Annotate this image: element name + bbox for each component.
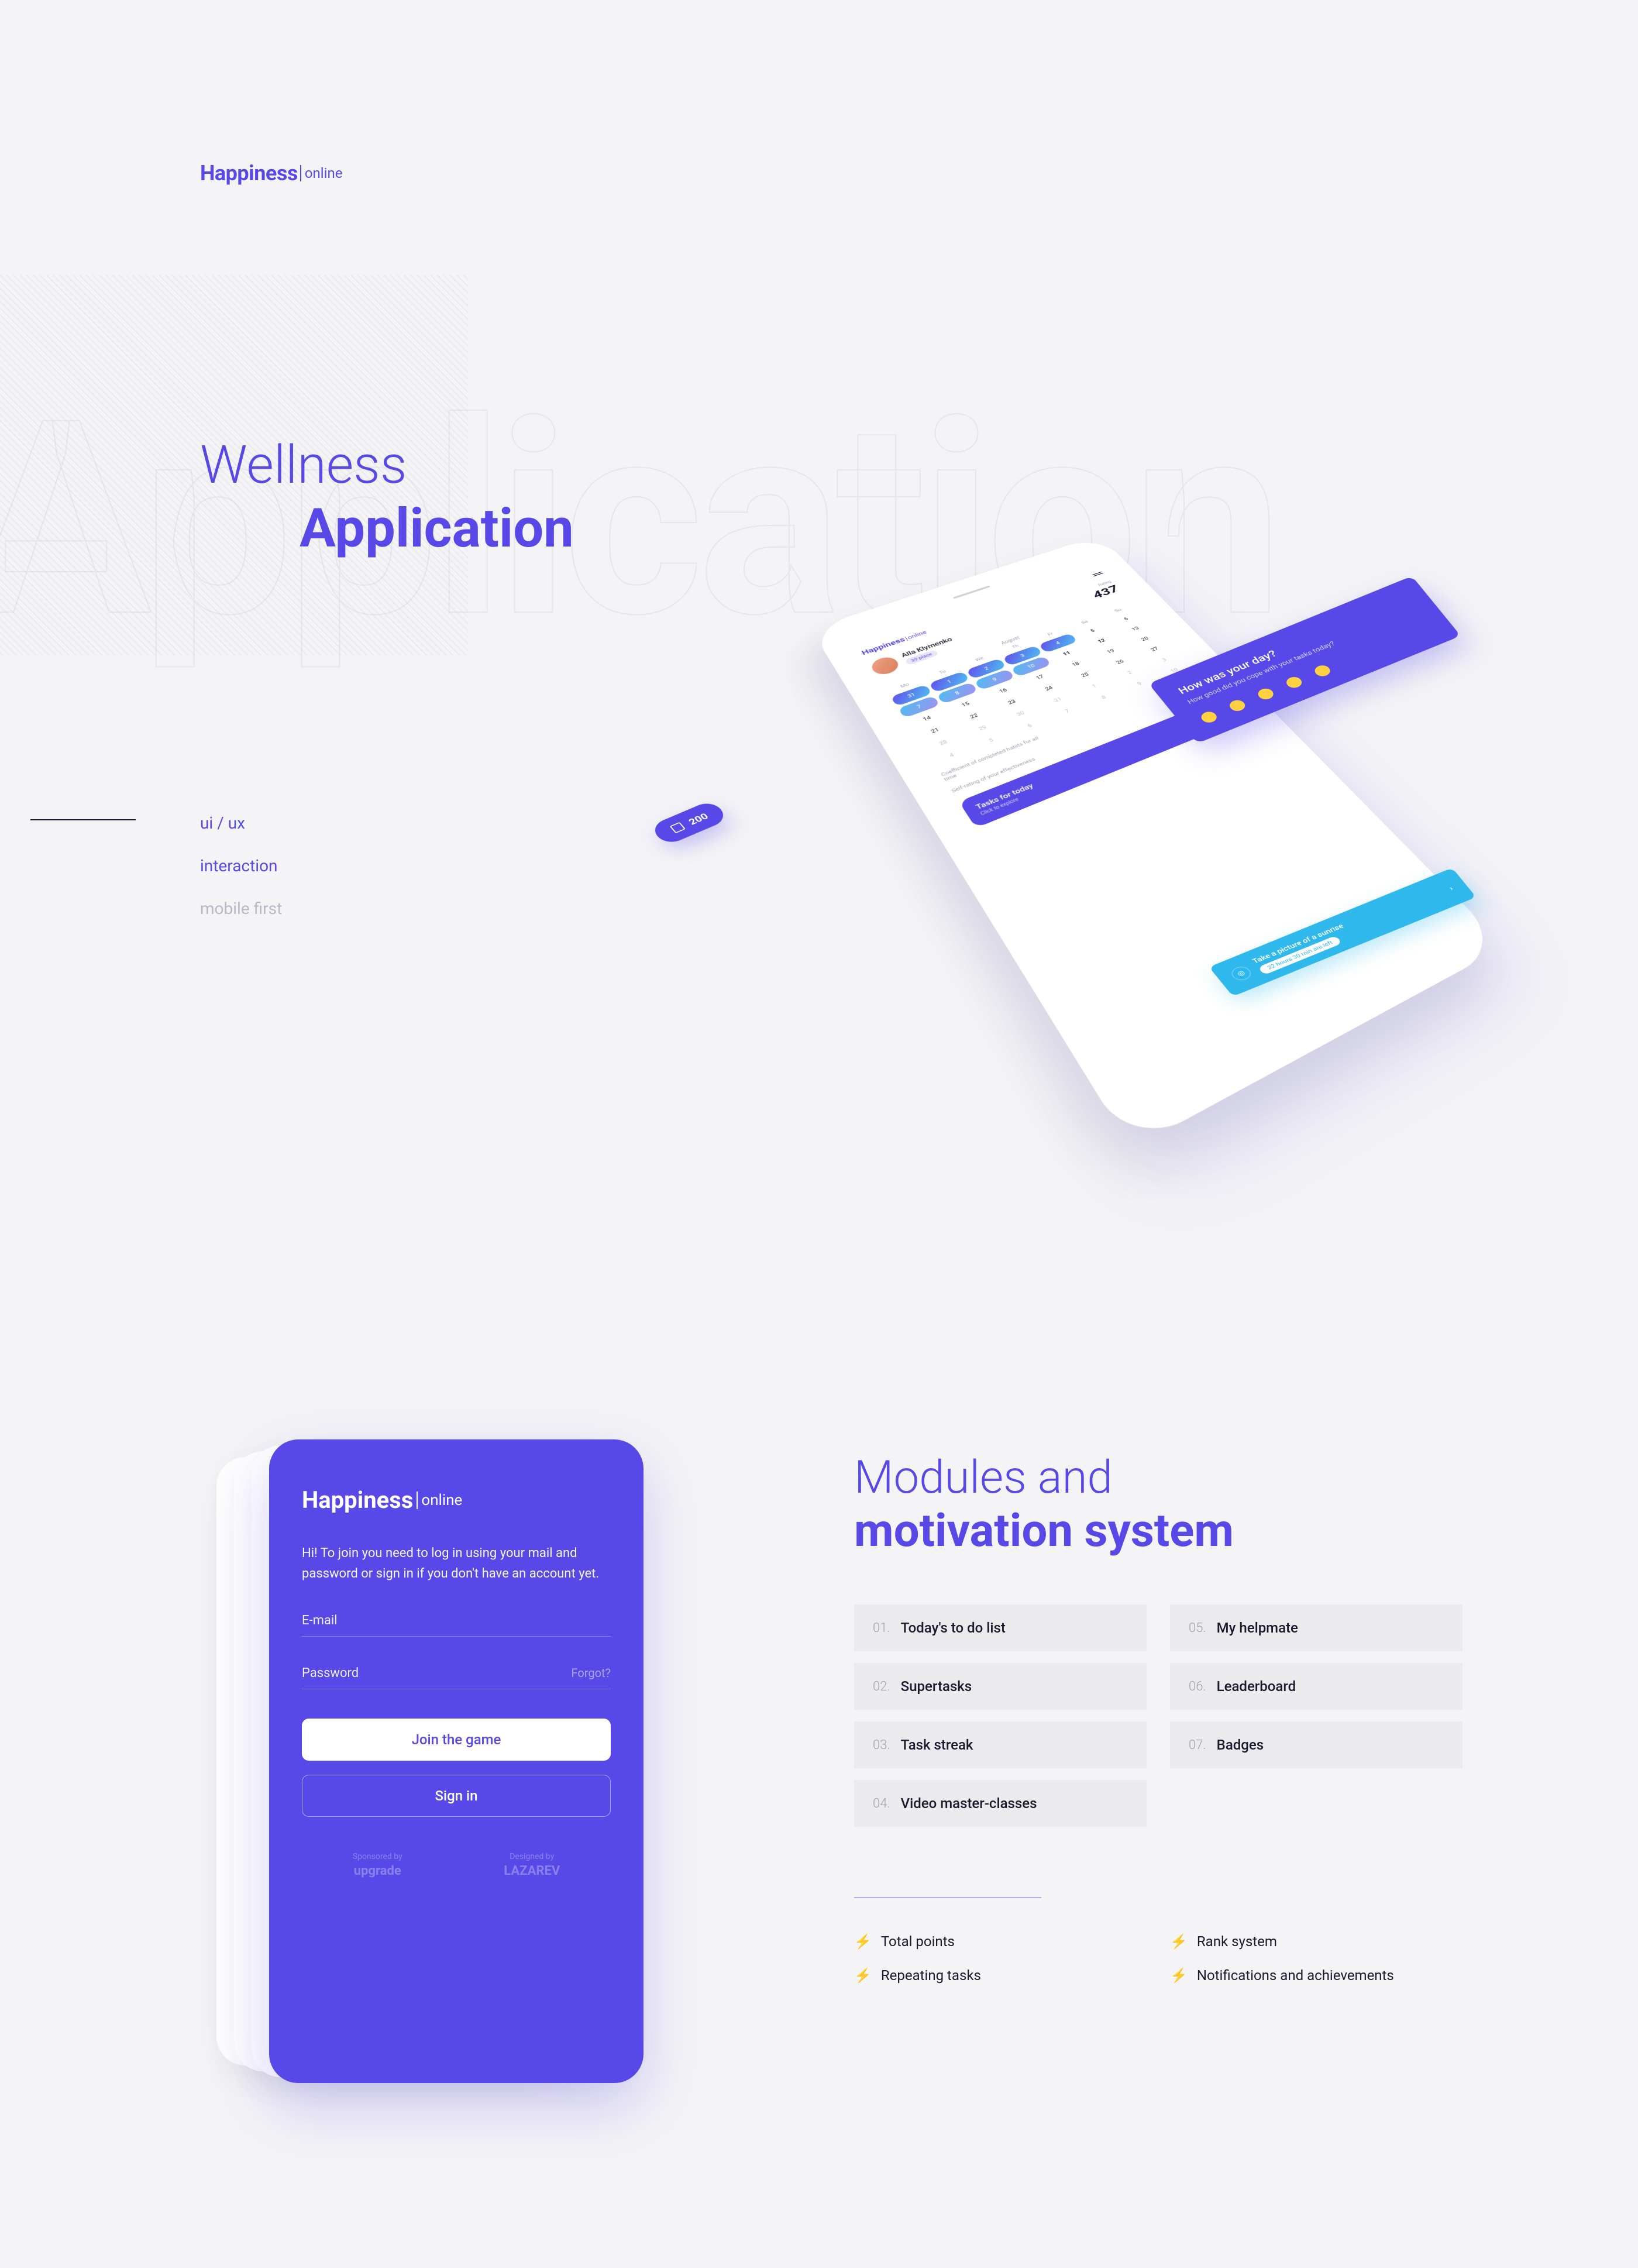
tag-mobile-first: mobile first [200,899,282,918]
module-label: My helpmate [1217,1620,1298,1636]
login-card: Happiness online Hi! To join you need to… [269,1439,644,2083]
feature-label: Repeating tasks [881,1967,981,1984]
tag-divider-line [30,819,136,820]
login-intro-text: Hi! To join you need to log in using you… [302,1543,611,1584]
chevron-right-icon[interactable]: › [1447,884,1455,892]
module-item[interactable]: 05. My helpmate [1170,1604,1462,1651]
feature-label: Notifications and achievements [1197,1967,1394,1984]
feature-label: Rank system [1197,1933,1277,1950]
designed-label: Designed by [504,1852,560,1861]
module-number: 05. [1189,1621,1206,1635]
feature-item: ⚡ Repeating tasks [854,1967,1147,1984]
module-number: 03. [873,1738,890,1752]
bolt-icon: ⚡ [1170,1967,1188,1984]
email-label: E-mail [302,1613,338,1628]
feature-item: ⚡ Rank system [1170,1933,1462,1950]
bolt-icon: ⚡ [854,1967,872,1984]
tag-uiux: ui / ux [200,813,282,833]
module-number: 02. [873,1679,890,1694]
project-tags: ui / ux interaction mobile first [200,813,282,941]
modules-section: Modules and motivation system 01. Today's… [854,1451,1462,1984]
module-item[interactable]: 03. Task streak [854,1721,1147,1768]
avatar[interactable] [868,654,902,677]
sponsored-label: Sponsored by [353,1852,402,1861]
emoji-icon[interactable] [1199,710,1220,724]
modules-features: ⚡ Total points ⚡ Rank system ⚡ Repeating task… [854,1933,1462,1984]
feature-label: Total points [881,1933,955,1950]
module-item[interactable]: 01. Today's to do list [854,1604,1147,1651]
hero-line2: Application [300,497,574,560]
emoji-icon[interactable] [1227,698,1248,713]
brand-logo: Happiness online [200,161,342,185]
module-item[interactable]: 02. Supertasks [854,1663,1147,1710]
module-number: 06. [1189,1679,1206,1694]
modules-title-line2: motivation system [854,1504,1462,1558]
logo-sub: online [305,165,343,181]
module-item[interactable]: 06. Leaderboard [1170,1663,1462,1710]
logo-separator [300,165,301,181]
phone-mockup: Happiness online Alla Klymenko 39 place … [807,433,1451,1100]
emoji-icon[interactable] [1312,664,1333,678]
module-item[interactable]: 04. Video master-classes [854,1780,1147,1827]
bolt-icon: ⚡ [854,1933,872,1950]
email-field[interactable]: E-mail [302,1613,611,1637]
module-label: Leaderboard [1217,1678,1296,1695]
sponsored-brand: upgrade [353,1864,402,1878]
login-footer: Sponsored by upgrade Designed by LAZAREV [302,1852,611,1878]
hero-headline: Wellness Application [200,439,574,560]
module-label: Supertasks [901,1678,972,1695]
gift-icon [668,821,687,834]
modules-title-line1: Modules and [854,1451,1462,1504]
join-button[interactable]: Join the game [302,1719,611,1761]
hamburger-menu-icon[interactable] [1092,572,1103,576]
password-field[interactable]: Password Forgot? [302,1666,611,1689]
gift-points-badge[interactable]: 200 [649,799,729,846]
module-number: 04. [873,1796,890,1811]
modules-divider [854,1897,1041,1898]
feature-item: ⚡ Total points [854,1933,1147,1950]
gift-value: 200 [686,811,711,827]
login-logo: Happiness online [302,1486,611,1514]
hero-line1: Wellness [200,439,574,492]
designed-brand: LAZAREV [504,1864,560,1878]
module-label: Task streak [901,1737,973,1753]
signin-button[interactable]: Sign in [302,1775,611,1817]
login-mockup: Happiness online Hi! To join you need to… [269,1428,655,2095]
tag-interaction: interaction [200,856,282,875]
forgot-link[interactable]: Forgot? [572,1666,611,1681]
module-label: Badges [1217,1737,1264,1753]
module-label: Video master-classes [901,1795,1037,1812]
modules-grid: 01. Today's to do list 05. My helpmate 02. Su… [854,1604,1462,1827]
emoji-icon[interactable] [1255,686,1276,701]
logo-main: Happiness [200,161,298,185]
module-number: 07. [1189,1738,1206,1752]
module-item[interactable]: 07. Badges [1170,1721,1462,1768]
module-number: 01. [873,1621,890,1635]
bolt-icon: ⚡ [1170,1933,1188,1950]
module-label: Today's to do list [901,1620,1006,1636]
password-label: Password [302,1666,359,1681]
emoji-icon[interactable] [1283,675,1305,689]
feature-item: ⚡ Notifications and achievements [1170,1967,1462,1984]
camera-icon: ◎ [1228,964,1254,982]
